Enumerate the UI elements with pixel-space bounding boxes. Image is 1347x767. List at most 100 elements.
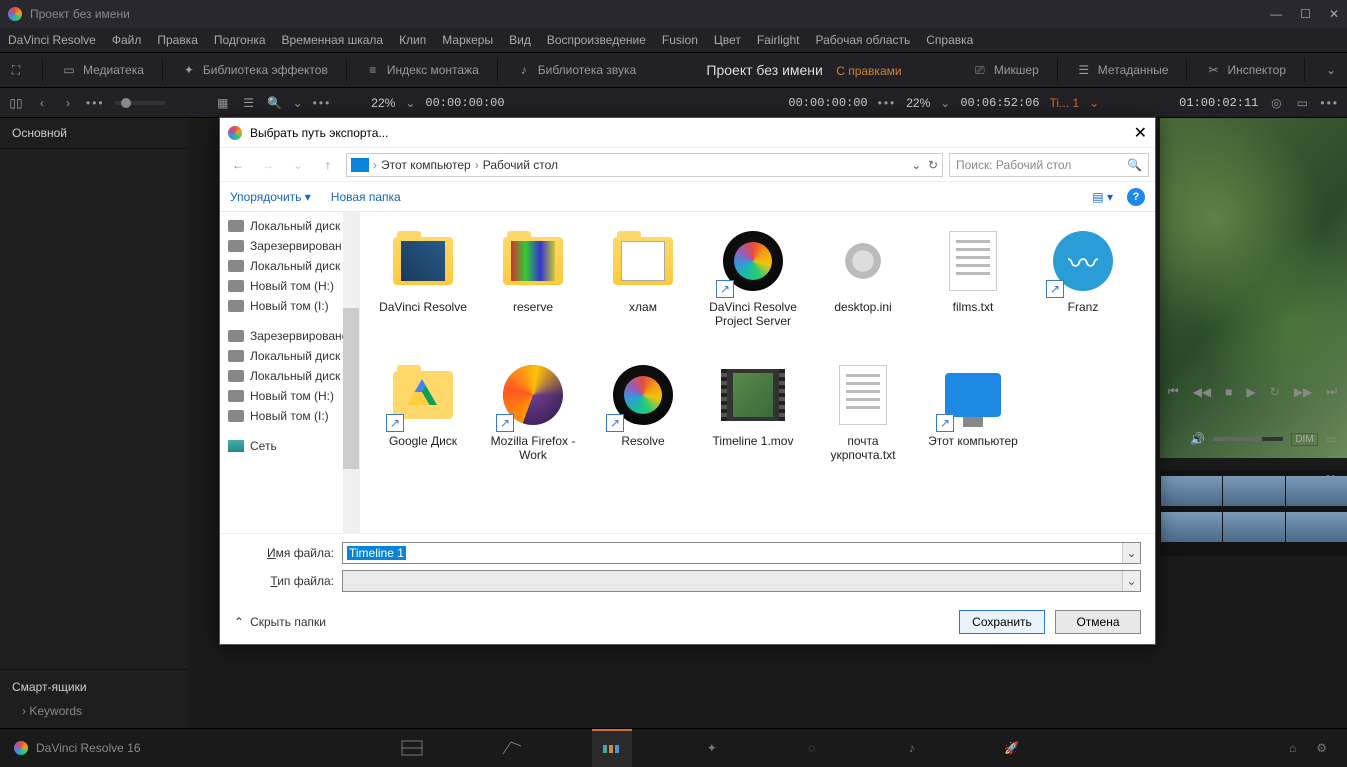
next-frame-icon[interactable]: ▶▶	[1294, 385, 1312, 399]
menu-item[interactable]: Fusion	[662, 33, 698, 47]
file-item[interactable]: почта укрпочта.txt	[810, 356, 916, 486]
tree-item[interactable]: Новый том (I:)	[220, 296, 359, 316]
cut-page-button[interactable]	[492, 729, 532, 767]
grid-icon[interactable]: ▦	[215, 95, 231, 111]
menu-item[interactable]: Справка	[926, 33, 973, 47]
more-icon[interactable]: •••	[86, 96, 105, 110]
metadata-toggle[interactable]: ☰Метаданные	[1076, 62, 1169, 78]
more-icon[interactable]: •••	[313, 96, 332, 110]
bin-main[interactable]: Основной	[0, 118, 188, 149]
tree-item[interactable]: Зарезервирован	[220, 236, 359, 256]
file-item[interactable]: DaVinci Resolve	[370, 222, 476, 352]
file-item[interactable]: хлам	[590, 222, 696, 352]
nav-forward-button[interactable]: →	[256, 153, 280, 177]
fx-library-toggle[interactable]: ✦Библиотека эффектов	[181, 62, 328, 78]
view-mode-button[interactable]: ▤ ▾	[1092, 190, 1113, 204]
file-item[interactable]: ↗Mozilla Firefox - Work	[480, 356, 586, 486]
close-icon[interactable]: ✕	[1329, 7, 1339, 21]
file-item[interactable]: ↗Этот компьютер	[920, 356, 1026, 486]
tree-item-network[interactable]: Сеть	[220, 436, 359, 456]
pool-icon[interactable]: ⛶	[8, 62, 24, 78]
zoom-left[interactable]: 22%	[371, 96, 395, 110]
menu-item[interactable]: Маркеры	[442, 33, 493, 47]
meter-icon[interactable]: ▭	[1326, 432, 1337, 446]
fusion-page-button[interactable]: ✦	[692, 729, 732, 767]
skip-end-icon[interactable]: ⏭	[1326, 384, 1337, 399]
smart-bin-keywords[interactable]: › Keywords	[12, 704, 176, 718]
save-button[interactable]: Сохранить	[959, 610, 1045, 634]
speaker-icon[interactable]: 🔊	[1190, 432, 1205, 446]
home-icon[interactable]: ⌂	[1289, 741, 1296, 755]
menu-item[interactable]: Цвет	[714, 33, 741, 47]
smart-bins-header[interactable]: Смарт-ящики	[12, 680, 176, 694]
tree-item[interactable]: Локальный диск	[220, 346, 359, 366]
deliver-page-button[interactable]: 🚀	[992, 729, 1032, 767]
chevron-down-icon[interactable]: ⌄	[286, 153, 310, 177]
maximize-icon[interactable]: ☐	[1300, 7, 1311, 21]
chevron-down-icon[interactable]: ⌄ ↻	[911, 158, 938, 172]
fairlight-page-button[interactable]: ♪	[892, 729, 932, 767]
file-grid[interactable]: DaVinci Resolvereserveхлам↗DaVinci Resol…	[360, 212, 1155, 533]
more-icon[interactable]: •••	[1320, 96, 1339, 110]
clip-name[interactable]: Ti... 1	[1050, 96, 1080, 110]
new-folder-button[interactable]: Новая папка	[331, 190, 401, 204]
target-icon[interactable]: ◎	[1268, 95, 1284, 111]
filetype-select[interactable]: ⌄	[342, 570, 1141, 592]
loop-icon[interactable]: ↻	[1270, 385, 1280, 399]
tree-item[interactable]: Локальный диск	[220, 256, 359, 276]
menu-item[interactable]: Рабочая область	[816, 33, 911, 47]
nav-back-button[interactable]: ←	[226, 153, 250, 177]
file-item[interactable]: ↗Resolve	[590, 356, 696, 486]
help-icon[interactable]: ?	[1127, 188, 1145, 206]
cancel-button[interactable]: Отмена	[1055, 610, 1141, 634]
color-page-button[interactable]: ◌	[792, 729, 832, 767]
timeline-strip[interactable]: 01:	[1160, 470, 1347, 556]
dialog-close-button[interactable]: ✕	[1134, 123, 1147, 143]
filename-input[interactable]: Timeline 1⌄	[342, 542, 1141, 564]
menu-item[interactable]: Вид	[509, 33, 531, 47]
edit-page-button[interactable]	[592, 729, 632, 767]
hide-folders-toggle[interactable]: ⌃Скрыть папки	[234, 615, 326, 629]
tree-item[interactable]: Зарезервировано	[220, 326, 359, 346]
minimize-icon[interactable]: —	[1270, 7, 1282, 21]
menu-item[interactable]: Правка	[157, 33, 198, 47]
search-input[interactable]: Поиск: Рабочий стол 🔍	[949, 153, 1149, 177]
play-icon[interactable]: ▶	[1246, 385, 1255, 399]
sound-library-toggle[interactable]: ♪Библиотека звука	[516, 62, 636, 78]
prev-frame-icon[interactable]: ◀◀	[1193, 385, 1211, 399]
chevron-down-icon[interactable]: ⌄	[1122, 571, 1140, 591]
menu-item[interactable]: Временная шкала	[282, 33, 384, 47]
chevron-right-icon[interactable]: ›	[60, 95, 76, 111]
breadcrumb[interactable]: Этот компьютер	[381, 158, 471, 172]
list-icon[interactable]: ☰	[241, 95, 257, 111]
nav-up-button[interactable]: ↑	[316, 153, 340, 177]
stop-icon[interactable]: ■	[1225, 385, 1232, 399]
menu-item[interactable]: Воспроизведение	[547, 33, 646, 47]
frame-icon[interactable]: ▭	[1294, 95, 1310, 111]
address-bar[interactable]: › Этот компьютер › Рабочий стол ⌄ ↻	[346, 153, 943, 177]
file-item[interactable]: Timeline 1.mov	[700, 356, 806, 486]
organize-menu[interactable]: Упорядочить ▾	[230, 190, 311, 204]
menu-item[interactable]: Клип	[399, 33, 426, 47]
settings-icon[interactable]: ⚙	[1316, 741, 1327, 755]
folder-tree[interactable]: Локальный диск Зарезервирован Локальный …	[220, 212, 360, 533]
menu-item[interactable]: DaVinci Resolve	[8, 33, 96, 47]
more-icon[interactable]: •••	[878, 96, 897, 110]
chevron-down-icon[interactable]: ⌄	[1122, 543, 1140, 563]
volume-slider[interactable]	[1213, 437, 1283, 441]
tree-item[interactable]: Новый том (H:)	[220, 386, 359, 406]
menu-item[interactable]: Fairlight	[757, 33, 800, 47]
media-page-button[interactable]	[392, 729, 432, 767]
dropdown-icon[interactable]: ⌄	[1323, 62, 1339, 78]
edit-index-toggle[interactable]: ≡Индекс монтажа	[365, 62, 479, 78]
layout-icon[interactable]: ▯▯	[8, 95, 24, 111]
scrollbar[interactable]	[343, 212, 359, 533]
menu-item[interactable]: Файл	[112, 33, 142, 47]
skip-start-icon[interactable]: ⏮	[1168, 384, 1179, 399]
tree-item[interactable]: Новый том (I:)	[220, 406, 359, 426]
menu-item[interactable]: Подгонка	[214, 33, 266, 47]
file-item[interactable]: reserve	[480, 222, 586, 352]
breadcrumb[interactable]: Рабочий стол	[483, 158, 558, 172]
search-icon[interactable]: 🔍	[267, 95, 283, 111]
chevron-down-icon[interactable]: ⌄	[293, 96, 303, 110]
